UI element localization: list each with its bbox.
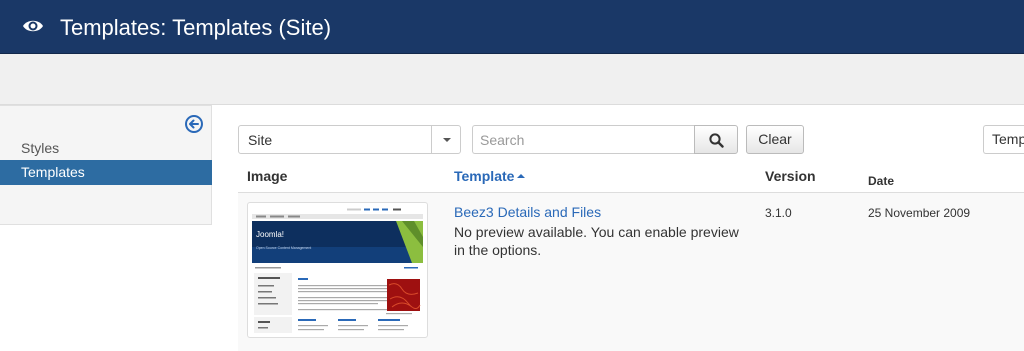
- table-row: Joomla! Open Source Content Management B…: [238, 193, 1024, 351]
- thumbnail-brand: Joomla!: [256, 230, 284, 239]
- sort-select[interactable]: Temp: [983, 125, 1024, 154]
- column-header-date: Date: [868, 174, 895, 188]
- template-thumbnail[interactable]: Joomla! Open Source Content Management: [247, 202, 428, 338]
- sidebar-item-templates[interactable]: Templates: [0, 160, 212, 185]
- chevron-down-icon[interactable]: [431, 126, 460, 153]
- template-description: No preview available. You can enable pre…: [454, 224, 739, 258]
- table-header: Image Template Version Date: [238, 161, 1024, 193]
- search-input[interactable]: [472, 125, 696, 154]
- toolbar: [0, 54, 1024, 105]
- clear-button[interactable]: Clear: [746, 125, 804, 154]
- thumbnail-tagline: Open Source Content Management: [256, 246, 311, 250]
- column-header-image: Image: [247, 168, 288, 184]
- sidebar: Styles Templates: [0, 105, 212, 225]
- search-button[interactable]: [694, 125, 738, 154]
- page-header: Templates: Templates (Site): [0, 0, 1024, 54]
- column-header-template[interactable]: Template: [454, 168, 526, 184]
- template-version: 3.1.0: [765, 206, 792, 220]
- search-icon: [709, 133, 724, 148]
- column-header-template-label: Template: [454, 168, 515, 184]
- template-thumbnail-image: Joomla! Open Source Content Management: [252, 207, 423, 333]
- sidebar-item-styles[interactable]: Styles: [0, 136, 212, 161]
- template-name-link[interactable]: Beez3 Details and Files: [454, 204, 601, 220]
- page-title: Templates: Templates (Site): [60, 15, 332, 40]
- client-filter-value: Site: [248, 132, 273, 148]
- arrow-circle-left-icon[interactable]: [184, 114, 204, 134]
- main-content: Site Clear Temp Image Template Version D…: [238, 105, 1024, 351]
- template-date: 25 November 2009: [868, 206, 971, 220]
- client-filter-select[interactable]: Site: [238, 125, 461, 154]
- template-preview-image: Joomla! Open Source Content Management: [252, 207, 423, 333]
- sort-asc-icon: [517, 173, 526, 178]
- column-header-version: Version: [765, 168, 816, 184]
- eye-icon: [23, 20, 43, 32]
